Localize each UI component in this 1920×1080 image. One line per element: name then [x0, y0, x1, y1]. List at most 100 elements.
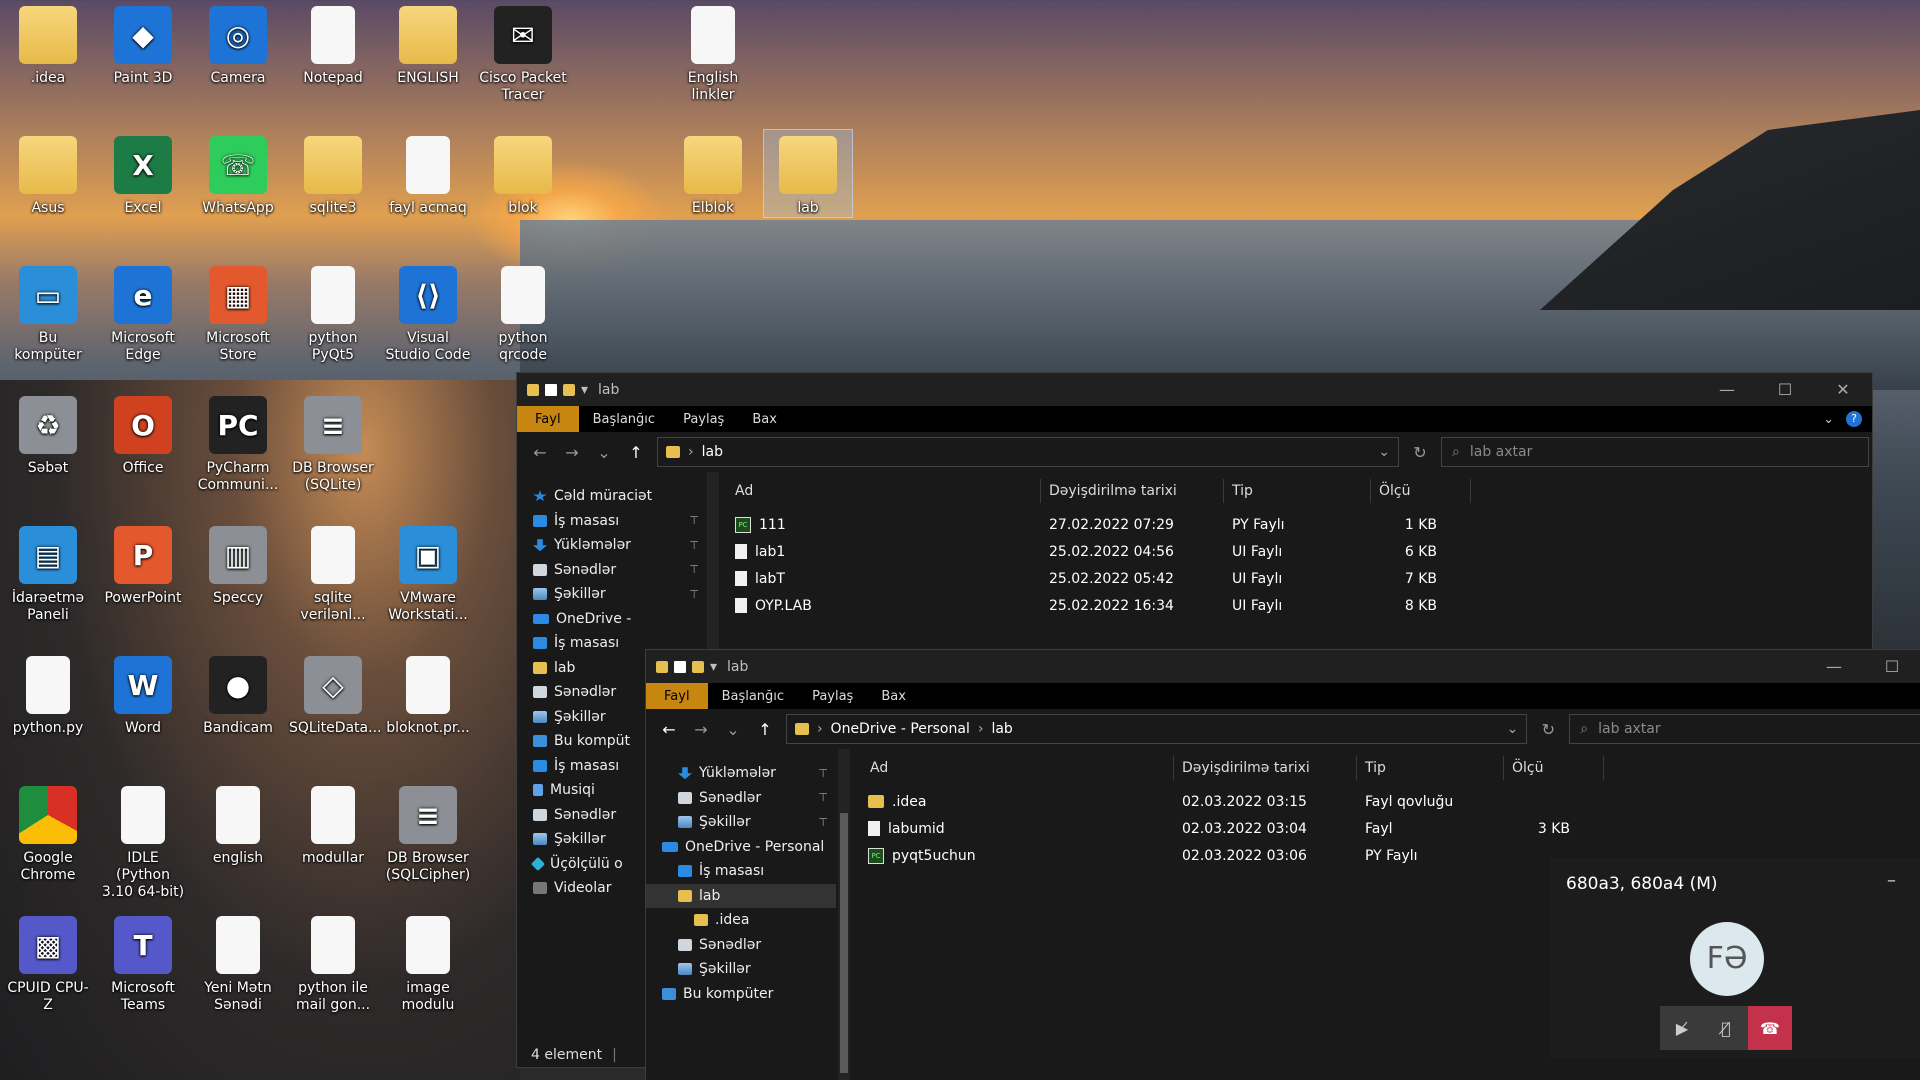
file-row[interactable]: OYP.LAB 25.02.2022 16:34 UI Faylı 8 KB	[719, 592, 1872, 619]
file-row[interactable]: PC 111 27.02.2022 07:29 PY Faylı 1 KB	[719, 511, 1872, 538]
address-bar[interactable]: › lab ⌄	[657, 437, 1399, 467]
desktop-icon-idle-python-3-10-64-bit-[interactable]: IDLE (Python 3.10 64-bit)	[99, 780, 187, 901]
desktop-icon-google-chrome[interactable]: Google Chrome	[4, 780, 92, 884]
folder-icon[interactable]	[692, 660, 704, 673]
desktop-icon-english[interactable]: english	[194, 780, 282, 867]
desktop-icon-elblok[interactable]: Elblok	[669, 130, 757, 217]
nav-item[interactable]: .idea	[646, 908, 836, 933]
search-box[interactable]: ⌕ lab axtar	[1441, 437, 1869, 467]
column-header-size[interactable]: Ölçü	[1371, 479, 1471, 503]
desktop-icon-cpuid-cpu-z[interactable]: ▩ CPUID CPU-Z	[4, 910, 92, 1014]
refresh-button[interactable]: ↻	[1409, 443, 1431, 462]
column-header-type[interactable]: Tip	[1224, 479, 1371, 503]
tab-home[interactable]: Başlanğıc	[708, 683, 799, 709]
nav-item[interactable]: İş masası ⊤	[517, 509, 707, 534]
close-button[interactable]: ✕	[1814, 380, 1872, 399]
chevron-down-icon[interactable]: ⌄	[1823, 412, 1834, 427]
file-row[interactable]: labT 25.02.2022 05:42 UI Faylı 7 KB	[719, 565, 1872, 592]
pin-icon[interactable]: ⊤	[818, 816, 836, 829]
nav-item[interactable]: İş masası	[646, 859, 836, 884]
desktop-icon-python-ile-mail-gon-[interactable]: python ile mail gon...	[289, 910, 377, 1014]
desktop-icon-excel[interactable]: X Excel	[99, 130, 187, 217]
desktop-icon-lab[interactable]: lab	[763, 129, 853, 218]
pin-icon[interactable]: ⊤	[818, 791, 836, 804]
search-box[interactable]: ⌕ lab axtar	[1569, 714, 1920, 744]
up-button[interactable]: ↑	[754, 720, 776, 739]
desktop-icon-visual-studio-code[interactable]: ⟨⟩ Visual Studio Code	[384, 260, 472, 364]
nav-item[interactable]: OneDrive - Personal	[646, 835, 836, 860]
tab-view[interactable]: Bax	[867, 683, 920, 709]
desktop-icon-asus[interactable]: Asus	[4, 130, 92, 217]
desktop-icon-microsoft-store[interactable]: ▦ Microsoft Store	[194, 260, 282, 364]
nav-item[interactable]: Sənədlər ⊤	[646, 786, 836, 811]
desktop-icon-word[interactable]: W Word	[99, 650, 187, 737]
folder-icon[interactable]	[563, 383, 575, 396]
desktop-icon-camera[interactable]: ◎ Camera	[194, 0, 282, 87]
nav-item[interactable]: Yükləmələr ⊤	[646, 761, 836, 786]
column-header-type[interactable]: Tip	[1357, 756, 1504, 780]
desktop-icon-bandicam[interactable]: ● Bandicam	[194, 650, 282, 737]
tab-share[interactable]: Paylaş	[798, 683, 867, 709]
column-header-name[interactable]: Ad	[852, 756, 1174, 780]
tab-share[interactable]: Paylaş	[669, 406, 738, 432]
help-icon[interactable]: ?	[1846, 411, 1862, 427]
search-input[interactable]: lab axtar	[1470, 444, 1533, 460]
desktop-icon-yeni-mətn-sənədi[interactable]: Yeni Mətn Sənədi	[194, 910, 282, 1014]
desktop-icon-db-browser-sqlcipher-[interactable]: ≡ DB Browser (SQLCipher)	[384, 780, 472, 884]
desktop-icon-python-qrcode[interactable]: python qrcode	[479, 260, 567, 364]
nav-item[interactable]: Şəkillər ⊤	[646, 810, 836, 835]
desktop-icon-modullar[interactable]: modullar	[289, 780, 377, 867]
minimize-button[interactable]: –	[1887, 870, 1896, 891]
title-bar[interactable]: ▾ lab — ☐	[646, 650, 1920, 683]
column-header-date[interactable]: Dəyişdirilmə tarixi	[1041, 479, 1224, 503]
desktop-icon-səbət[interactable]: ♻ Səbət	[4, 390, 92, 477]
minimize-button[interactable]: —	[1805, 657, 1863, 676]
desktop-icon-bu-kompüter[interactable]: ▭ Bu kompüter	[4, 260, 92, 364]
pin-icon[interactable]: ⊤	[689, 588, 707, 601]
desktop-icon-db-browser-sqlite-[interactable]: ≡ DB Browser (SQLite)	[289, 390, 377, 494]
nav-item[interactable]: Cəld müraciət	[517, 484, 707, 509]
back-button[interactable]: ←	[529, 443, 551, 462]
nav-item[interactable]: OneDrive -	[517, 607, 707, 632]
breadcrumb-lab[interactable]: lab	[702, 444, 723, 460]
checkbox-icon[interactable]	[674, 660, 686, 673]
search-input[interactable]: lab axtar	[1598, 721, 1661, 737]
checkbox-icon[interactable]	[545, 383, 557, 396]
pin-icon[interactable]: ⊤	[818, 767, 836, 780]
recent-locations-button[interactable]: ⌄	[593, 443, 615, 462]
minimize-button[interactable]: —	[1698, 380, 1756, 399]
desktop-icon-office[interactable]: O Office	[99, 390, 187, 477]
desktop-icon--idea[interactable]: .idea	[4, 0, 92, 87]
pin-icon[interactable]: ⊤	[689, 539, 707, 552]
maximize-button[interactable]: ☐	[1756, 380, 1814, 399]
desktop-icon-english[interactable]: ENGLISH	[384, 0, 472, 87]
tab-file[interactable]: Fayl	[646, 683, 708, 709]
column-header-name[interactable]: Ad	[719, 479, 1041, 503]
nav-scrollbar-thumb[interactable]	[840, 813, 848, 1073]
desktop-icon-vmware-workstati-[interactable]: ▣ VMware Workstati...	[384, 520, 472, 624]
recent-locations-button[interactable]: ⌄	[722, 720, 744, 739]
up-button[interactable]: ↑	[625, 443, 647, 462]
chevron-down-icon[interactable]: ⌄	[1507, 721, 1519, 737]
nav-item[interactable]: Yükləmələr ⊤	[517, 533, 707, 558]
call-widget[interactable]: 680a3, 680a4 (M) – FƏ ▶̸ 🎙̸ ☎	[1550, 858, 1920, 1058]
desktop-icon-powerpoint[interactable]: P PowerPoint	[99, 520, 187, 607]
nav-item[interactable]: Sənədlər ⊤	[517, 558, 707, 583]
nav-scrollbar[interactable]	[838, 749, 850, 1080]
desktop-icon-speccy[interactable]: ▥ Speccy	[194, 520, 282, 607]
desktop-icon-fayl-acmaq[interactable]: fayl acmaq	[384, 130, 472, 217]
nav-item[interactable]: lab	[646, 883, 836, 908]
column-header-date[interactable]: Dəyişdirilmə tarixi	[1174, 756, 1357, 780]
desktop-icon-sqlite3[interactable]: sqlite3	[289, 130, 377, 217]
pin-icon[interactable]: ⊤	[689, 563, 707, 576]
breadcrumb-lab[interactable]: lab	[991, 721, 1012, 737]
desktop-icon-english-linkler[interactable]: English linkler	[669, 0, 757, 104]
desktop-icon-pycharm-communi-[interactable]: PC PyCharm Communi...	[194, 390, 282, 494]
tab-file[interactable]: Fayl	[517, 406, 579, 432]
desktop-icon-bloknot-pr-[interactable]: bloknot.pr...	[384, 650, 472, 737]
tab-view[interactable]: Bax	[738, 406, 791, 432]
desktop-icon-python-py[interactable]: python.py	[4, 650, 92, 737]
desktop-icon-sqlitedata-[interactable]: ◇ SQLiteData...	[289, 650, 381, 737]
desktop-icon-blok[interactable]: blok	[479, 130, 567, 217]
file-row[interactable]: labumid 02.03.2022 03:04 Fayl 3 KB	[852, 815, 1920, 842]
